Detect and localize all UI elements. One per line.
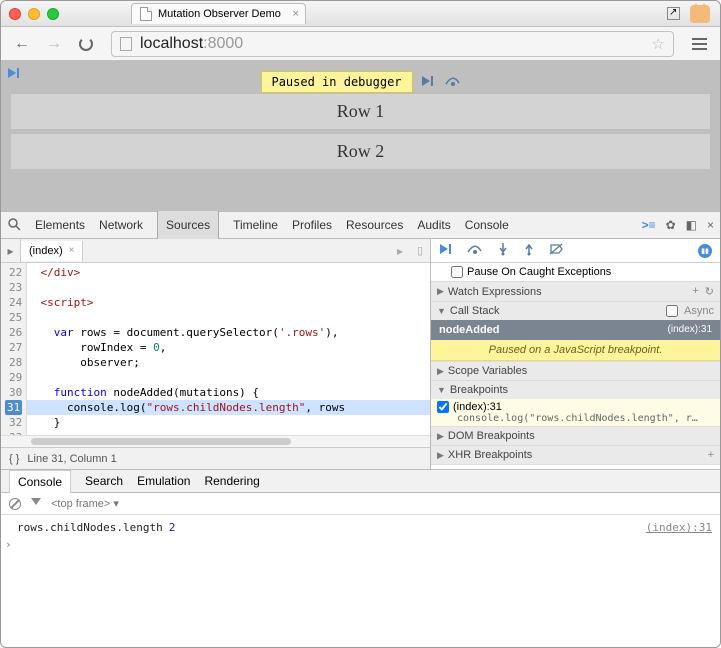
url-host: localhost [140,35,203,53]
content-row: Row 1 [11,94,710,129]
add-xhr-bp-icon[interactable]: + [708,449,714,461]
url-port: :8000 [203,35,243,53]
close-window-button[interactable] [9,8,21,20]
debugger-sidebar: ▮▮ Pause On Caught Exceptions ▶Watch Exp… [431,239,720,469]
step-into-icon[interactable] [497,242,509,259]
dock-side-icon[interactable]: ◧ [686,218,697,232]
drawer-tab-rendering[interactable]: Rendering [204,470,259,492]
editor-statusbar: { } Line 31, Column 1 [1,447,430,469]
hamburger-menu-button[interactable] [686,32,712,56]
page-viewport: Paused in debugger Row 1 Row 2 [1,61,720,211]
fullscreen-icon[interactable] [667,7,680,20]
pause-exceptions-icon[interactable]: ▮▮ [698,244,712,258]
content-row: Row 2 [11,134,710,169]
devtools-tabbar: Elements Network Sources Timeline Profil… [1,211,720,239]
horizontal-scrollbar[interactable] [1,435,430,447]
sources-navigator-icon[interactable]: ▸ [1,239,21,262]
site-info-icon[interactable] [120,37,132,51]
tab-sources[interactable]: Sources [157,211,219,239]
xhr-breakpoints-header[interactable]: ▶XHR Breakpoints+ [431,446,720,464]
drawer-tab-emulation[interactable]: Emulation [137,470,190,492]
tab-profiles[interactable]: Profiles [292,211,332,239]
paused-message: Paused in debugger [260,71,412,93]
pause-reason: Paused on a JavaScript breakpoint. [431,340,720,361]
dom-breakpoints-header[interactable]: ▶DOM Breakpoints [431,427,720,445]
frame-selector[interactable]: <top frame> ▾ [51,497,119,510]
source-file-tab[interactable]: (index) × [21,241,83,261]
breakpoint-checkbox[interactable] [437,401,449,413]
line-gutter[interactable]: 22232425262728293031323334353637 [1,263,27,435]
filter-icon[interactable] [31,498,41,510]
browser-toolbar: ← → localhost:8000 ☆ [1,27,720,61]
show-drawer-icon[interactable]: >≡ [642,218,656,232]
back-button[interactable]: ← [9,32,35,56]
tab-audits[interactable]: Audits [417,211,450,239]
pretty-print-icon[interactable]: { } [9,453,19,465]
log-source-link[interactable]: (index):31 [646,521,712,534]
step-over-icon[interactable] [467,243,483,258]
page-icon [140,7,152,21]
file-tab-label: (index) [29,245,63,257]
browser-tab[interactable]: Mutation Observer Demo × [131,3,306,24]
tab-overflow-icon[interactable]: ▸ [390,244,410,258]
traffic-lights [9,8,59,20]
tab-close-icon[interactable]: × [292,8,298,20]
tab-network[interactable]: Network [99,211,143,239]
scope-section-header[interactable]: ▶Scope Variables [431,362,720,380]
async-checkbox[interactable] [666,305,678,317]
file-tab-close-icon[interactable]: × [69,245,75,256]
pause-caught-checkbox[interactable] [451,266,463,278]
address-bar[interactable]: localhost:8000 ☆ [111,31,674,57]
maximize-window-button[interactable] [47,8,59,20]
bookmark-icon[interactable]: ☆ [652,35,665,53]
cursor-position: Line 31, Column 1 [27,453,116,465]
window-titlebar: Mutation Observer Demo × [1,1,720,27]
clear-console-icon[interactable] [9,498,21,510]
drawer-tab-console[interactable]: Console [9,470,71,493]
drawer-tabbar: Console Search Emulation Rendering [1,469,720,493]
pause-caught-label: Pause On Caught Exceptions [467,266,611,278]
overlay-step-icon[interactable] [445,75,461,90]
tab-title: Mutation Observer Demo [158,8,281,20]
step-out-icon[interactable] [523,242,535,259]
devtools-close-icon[interactable]: × [707,218,714,232]
toggle-pane-icon[interactable]: ▯ [410,244,430,257]
resume-overlay-icon[interactable] [7,67,21,82]
forward-button[interactable]: → [41,32,67,56]
add-watch-icon[interactable]: + [692,285,698,298]
code-editor[interactable]: 22232425262728293031323334353637 </div> … [1,263,430,435]
refresh-watch-icon[interactable]: ↻ [705,285,714,298]
deactivate-breakpoints-icon[interactable] [549,242,563,259]
tab-console[interactable]: Console [465,211,509,239]
breakpoints-section-header[interactable]: ▼Breakpoints [431,381,720,399]
tab-timeline[interactable]: Timeline [233,211,278,239]
reload-button[interactable] [73,32,99,56]
tab-elements[interactable]: Elements [35,211,85,239]
inspect-icon[interactable] [7,217,21,234]
settings-icon[interactable]: ✿ [666,218,676,232]
watch-section-header[interactable]: ▶Watch Expressions+↻ [431,282,720,301]
callstack-section-header[interactable]: ▼Call StackAsync [431,302,720,320]
tab-resources[interactable]: Resources [346,211,403,239]
breakpoint-item[interactable]: (index):31 console.log("rows.childNodes.… [431,399,720,426]
console-toolbar: <top frame> ▾ [1,493,720,515]
callstack-frame[interactable]: nodeAdded(index):31 [431,320,720,340]
minimize-window-button[interactable] [28,8,40,20]
console-log-entry: rows.childNodes.length2 (index):31 [17,519,712,536]
resume-icon[interactable] [439,243,453,258]
scratch-cat-icon [690,5,710,23]
console-prompt-icon: › [5,538,12,551]
console-output[interactable]: rows.childNodes.length2 (index):31 › [1,515,720,557]
drawer-tab-search[interactable]: Search [85,470,123,492]
overlay-resume-icon[interactable] [421,75,435,90]
